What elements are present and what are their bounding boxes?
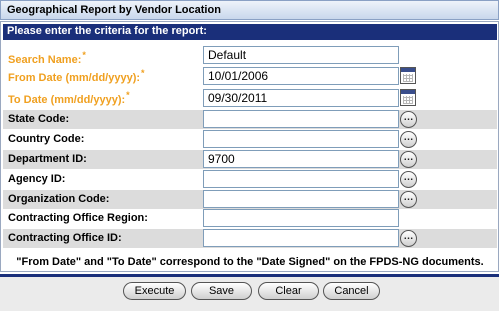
required-marker: * <box>141 68 145 78</box>
execute-button[interactable]: Execute <box>123 282 186 300</box>
row-department-id: Department ID: … <box>3 150 497 169</box>
contracting-office-id-lookup-button[interactable]: … <box>400 230 417 247</box>
label-from-date: From Date (mm/dd/yyyy):* <box>8 68 145 84</box>
label-agency-id: Agency ID: <box>8 173 66 185</box>
row-search-name: Search Name:* <box>3 46 497 66</box>
label-to-date: To Date (mm/dd/yyyy):* <box>8 90 130 106</box>
row-contracting-office-id: Contracting Office ID: … <box>3 229 497 248</box>
button-bar: Execute Save Clear Cancel <box>0 277 499 311</box>
label-organization-code: Organization Code: <box>8 193 110 205</box>
agency-id-lookup-button[interactable]: … <box>400 171 417 188</box>
window-title: Geographical Report by Vendor Location <box>7 4 221 16</box>
required-marker: * <box>126 90 130 100</box>
label-search-name: Search Name:* <box>8 50 86 66</box>
country-code-lookup-button[interactable]: … <box>400 131 417 148</box>
row-contracting-office-region: Contracting Office Region: <box>3 209 497 228</box>
contracting-office-id-field[interactable] <box>203 229 399 247</box>
to-date-calendar-icon[interactable] <box>400 89 416 106</box>
organization-code-lookup-button[interactable]: … <box>400 191 417 208</box>
window-title-bar: Geographical Report by Vendor Location <box>0 0 499 20</box>
organization-code-field[interactable] <box>203 190 399 208</box>
row-country-code: Country Code: … <box>3 130 497 149</box>
label-contracting-office-id: Contracting Office ID: <box>8 232 122 244</box>
save-button[interactable]: Save <box>191 282 252 300</box>
state-code-field[interactable] <box>203 110 399 128</box>
criteria-header: Please enter the criteria for the report… <box>3 24 497 40</box>
row-organization-code: Organization Code: … <box>3 190 497 209</box>
required-marker: * <box>82 50 86 60</box>
row-from-date: From Date (mm/dd/yyyy):* <box>3 67 497 86</box>
row-state-code: State Code: … <box>3 110 497 129</box>
label-country-code: Country Code: <box>8 133 85 145</box>
criteria-header-text: Please enter the criteria for the report… <box>7 25 207 37</box>
to-date-field[interactable] <box>203 89 399 107</box>
cancel-button[interactable]: Cancel <box>323 282 380 300</box>
row-agency-id: Agency ID: … <box>3 170 497 189</box>
department-id-field[interactable] <box>203 150 399 168</box>
label-department-id: Department ID: <box>8 153 87 165</box>
department-id-lookup-button[interactable]: … <box>400 151 417 168</box>
state-code-lookup-button[interactable]: … <box>400 111 417 128</box>
clear-button[interactable]: Clear <box>258 282 319 300</box>
row-to-date: To Date (mm/dd/yyyy):* <box>3 89 497 108</box>
from-date-calendar-icon[interactable] <box>400 67 416 84</box>
contracting-office-region-field[interactable] <box>203 209 399 227</box>
label-state-code: State Code: <box>8 113 70 125</box>
date-note: "From Date" and "To Date" correspond to … <box>16 256 484 268</box>
search-name-field[interactable] <box>203 46 399 64</box>
from-date-field[interactable] <box>203 67 399 85</box>
country-code-field[interactable] <box>203 130 399 148</box>
agency-id-field[interactable] <box>203 170 399 188</box>
label-contracting-office-region: Contracting Office Region: <box>8 212 148 224</box>
